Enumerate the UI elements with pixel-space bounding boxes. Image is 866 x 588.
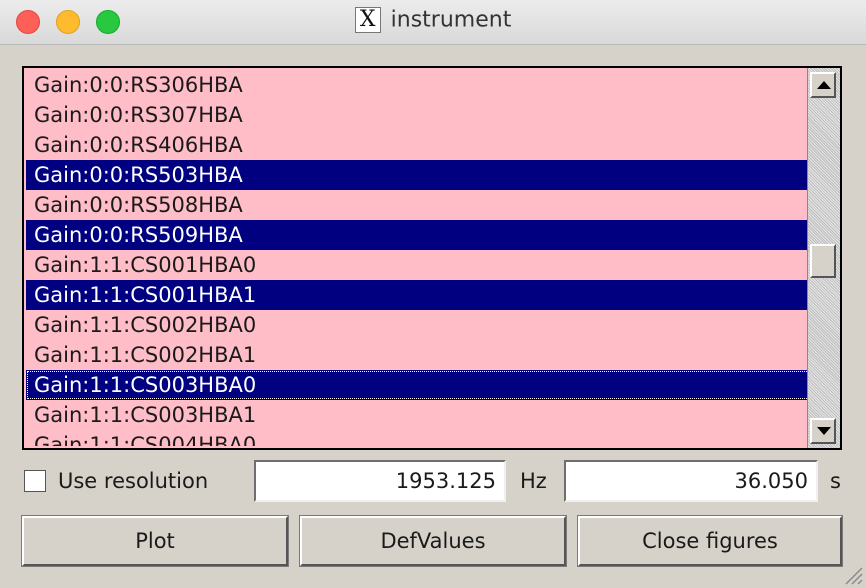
parameter-listbox[interactable]: Gain:0:0:RS306HBA Gain:0:0:RS307HBA Gain:0…	[22, 66, 842, 450]
window-title: instrument	[390, 7, 512, 33]
close-figures-button[interactable]: Close figures	[577, 515, 843, 567]
list-item[interactable]: Gain:1:1:CS001HBA1	[26, 280, 810, 310]
list-item[interactable]: Gain:0:0:RS307HBA	[26, 100, 810, 130]
title-bar[interactable]: Xinstrument	[0, 0, 866, 45]
list-item[interactable]: Gain:0:0:RS503HBA	[26, 160, 810, 190]
frequency-resolution-input[interactable]: 1953.125	[254, 460, 506, 502]
defvalues-button[interactable]: DefValues	[299, 515, 567, 567]
resize-grip-icon[interactable]	[840, 562, 864, 586]
list-item[interactable]: Gain:1:1:CS004HBA0	[26, 430, 810, 446]
arrow-up-icon	[817, 81, 831, 89]
list-viewport: Gain:0:0:RS306HBA Gain:0:0:RS307HBA Gain:0…	[26, 70, 810, 446]
list-item[interactable]: Gain:0:0:RS508HBA	[26, 190, 810, 220]
list-item[interactable]: Gain:0:0:RS509HBA	[26, 220, 810, 250]
scrollbar-thumb[interactable]	[810, 244, 836, 278]
window-title-area: Xinstrument	[0, 7, 866, 33]
use-resolution-label[interactable]: Use resolution	[58, 466, 208, 496]
list-item[interactable]: Gain:0:0:RS406HBA	[26, 130, 810, 160]
time-resolution-input[interactable]: 36.050	[564, 460, 818, 502]
time-unit-label: s	[830, 469, 841, 493]
list-item[interactable]: Gain:1:1:CS001HBA0	[26, 250, 810, 280]
list-item[interactable]: Gain:1:1:CS003HBA0	[26, 370, 810, 400]
list-item[interactable]: Gain:0:0:RS306HBA	[26, 70, 810, 100]
scroll-up-button[interactable]	[810, 72, 836, 98]
vertical-scrollbar[interactable]	[807, 68, 840, 448]
list-item[interactable]: Gain:1:1:CS002HBA0	[26, 310, 810, 340]
list-item[interactable]: Gain:1:1:CS003HBA1	[26, 400, 810, 430]
x11-app-icon: X	[354, 7, 381, 33]
frequency-unit-label: Hz	[520, 469, 547, 493]
arrow-down-icon	[817, 427, 831, 435]
plot-button[interactable]: Plot	[21, 515, 289, 567]
use-resolution-checkbox[interactable]	[24, 470, 46, 492]
list-item[interactable]: Gain:1:1:CS002HBA1	[26, 340, 810, 370]
scroll-down-button[interactable]	[810, 418, 836, 444]
